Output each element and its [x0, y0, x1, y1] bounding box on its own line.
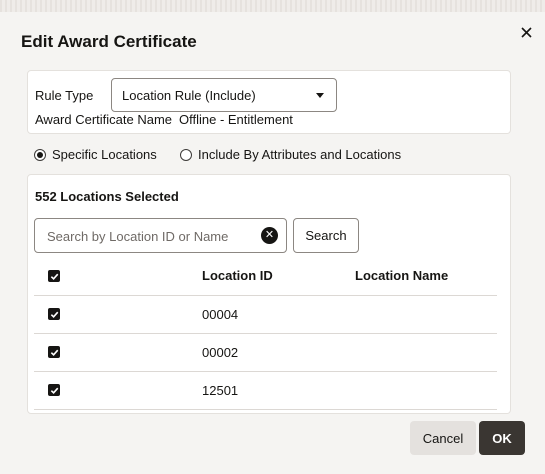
location-id-cell: 12501: [202, 383, 239, 398]
chevron-down-icon: [316, 93, 324, 98]
rule-card: Rule Type Location Rule (Include) Award …: [27, 70, 511, 134]
dialog-title: Edit Award Certificate: [21, 32, 197, 51]
row-checkbox[interactable]: [48, 346, 60, 358]
table-row[interactable]: 12501: [34, 372, 497, 410]
award-certificate-name-label: Award Certificate Name: [35, 112, 173, 127]
locations-card: 552 Locations Selected ✕ Search Location…: [27, 174, 511, 414]
close-button[interactable]: [516, 22, 536, 42]
rule-type-label: Rule Type: [35, 88, 94, 103]
radio-specific-locations[interactable]: Specific Locations: [34, 147, 157, 162]
select-all-checkbox[interactable]: [48, 270, 60, 282]
locations-selected-count: 552 Locations Selected: [35, 189, 179, 204]
ok-button[interactable]: OK: [479, 421, 525, 455]
edit-award-certificate-dialog: Edit Award Certificate Rule Type Locatio…: [0, 12, 545, 474]
radio-unselected-icon: [180, 148, 192, 161]
checkmark-icon: [50, 387, 58, 394]
checkmark-icon: [50, 349, 58, 356]
checkmark-icon: [50, 273, 58, 280]
cancel-button[interactable]: Cancel: [410, 421, 476, 455]
location-search-input[interactable]: [45, 227, 254, 246]
award-certificate-name-value: Offline - Entitlement: [179, 112, 293, 127]
rule-type-select[interactable]: Location Rule (Include): [111, 78, 337, 112]
table-row[interactable]: 00002: [34, 334, 497, 372]
radio-label: Include By Attributes and Locations: [198, 147, 402, 162]
background-strip: [0, 0, 545, 12]
row-checkbox[interactable]: [48, 384, 60, 396]
row-checkbox[interactable]: [48, 308, 60, 320]
close-icon: [520, 26, 532, 38]
location-id-cell: 00002: [202, 345, 239, 360]
checkmark-icon: [50, 311, 58, 318]
table-header: Location ID Location Name: [34, 259, 497, 296]
table-row[interactable]: 00004: [34, 296, 497, 334]
clear-search-icon[interactable]: ✕: [261, 227, 278, 244]
search-button[interactable]: Search: [293, 218, 359, 253]
column-header-location-name[interactable]: Location Name: [355, 268, 448, 283]
rule-type-value: Location Rule (Include): [122, 87, 256, 103]
radio-selected-icon: [34, 148, 46, 161]
radio-include-by-attributes[interactable]: Include By Attributes and Locations: [180, 147, 401, 162]
location-id-cell: 00004: [202, 307, 239, 322]
column-header-location-id[interactable]: Location ID: [202, 268, 273, 283]
radio-label: Specific Locations: [52, 147, 157, 162]
location-search-field: ✕: [34, 218, 287, 253]
